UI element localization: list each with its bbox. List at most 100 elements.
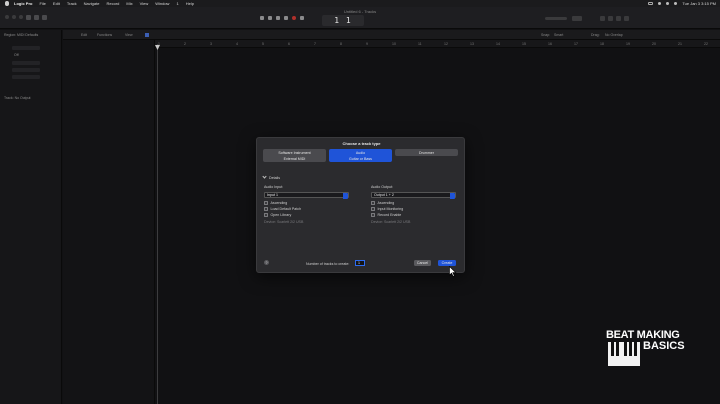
inspector-track-label[interactable]: Track: No Output: [4, 96, 31, 100]
wifi-icon[interactable]: [658, 2, 662, 5]
toolbar-icon[interactable]: [42, 15, 47, 20]
output-ascending-label: Ascending: [377, 201, 395, 205]
up-down-arrows-icon: [450, 193, 455, 199]
loop-browser-icon[interactable]: [616, 16, 621, 21]
inspector-field[interactable]: [12, 68, 40, 72]
ruler-bar-number: 19: [626, 42, 630, 46]
record-icon[interactable]: [292, 16, 296, 20]
control-center-icon[interactable]: [674, 2, 678, 5]
zoom-window-icon[interactable]: [19, 15, 23, 19]
tracks-functions-menu[interactable]: Functions: [97, 33, 112, 37]
rewind-icon[interactable]: [260, 16, 264, 20]
audio-input-label: Audio Input:: [264, 185, 284, 189]
checkbox-icon: [264, 213, 268, 217]
pointer-tool-icon[interactable]: [145, 33, 149, 37]
document-title: Untitled 6 - Tracks: [343, 9, 377, 14]
load-default-patch-checkbox[interactable]: Load Default Patch: [264, 207, 301, 211]
inspector-icon[interactable]: [34, 15, 39, 20]
audio-input-select[interactable]: Input 1: [264, 192, 349, 199]
cpu-meter[interactable]: [572, 16, 582, 21]
number-of-tracks-input[interactable]: 1: [355, 260, 365, 266]
search-icon[interactable]: [666, 2, 670, 5]
tracks-edit-menu[interactable]: Edit: [81, 33, 87, 37]
timeline-ruler[interactable]: 1234567891011121314151617181920212223: [155, 40, 720, 48]
play-icon[interactable]: [284, 16, 288, 20]
audio-output-select[interactable]: Output 1 + 2: [371, 192, 456, 199]
cancel-button[interactable]: Cancel: [414, 260, 431, 266]
menu-help[interactable]: Help: [186, 1, 194, 6]
ruler-bar-number: 6: [288, 42, 290, 46]
open-library-checkbox[interactable]: Open Library: [264, 213, 291, 217]
details-disclosure[interactable]: Details: [262, 174, 280, 180]
menu-window[interactable]: Window: [155, 1, 169, 6]
menu-record[interactable]: Record: [106, 1, 119, 6]
ruler-bar-number: 18: [600, 42, 604, 46]
input-ascending-checkbox[interactable]: Ascending: [264, 201, 287, 205]
input-device-note: Device: Scarlett 2i2 USB: [264, 220, 304, 224]
menu-navigate[interactable]: Navigate: [84, 1, 100, 6]
tracks-menubar: Edit Functions View Snap: Smart Drag: No…: [63, 30, 720, 40]
input-monitoring-checkbox[interactable]: Input Monitoring: [371, 207, 403, 211]
ruler-bar-number: 21: [678, 42, 682, 46]
external-midi-label[interactable]: External MIDI: [284, 156, 306, 162]
software-instrument-button[interactable]: Software Instrument External MIDI: [263, 149, 326, 162]
battery-icon[interactable]: [648, 2, 654, 5]
ruler-bar-number: 15: [522, 42, 526, 46]
menu-file[interactable]: File: [39, 1, 45, 6]
checkbox-icon: [371, 207, 375, 211]
close-window-icon[interactable]: [5, 15, 9, 19]
up-down-arrows-icon: [343, 193, 348, 199]
inspector-region-label[interactable]: Region: MIDI Defaults: [4, 33, 38, 37]
list-editors-icon[interactable]: [600, 16, 605, 21]
help-button[interactable]: ?: [264, 260, 269, 265]
dialog-title: Choose a track type: [342, 141, 381, 146]
library-icon[interactable]: [26, 15, 31, 20]
tracks-view-menu[interactable]: View: [125, 33, 133, 37]
menu-view[interactable]: View: [140, 1, 149, 6]
menu-mix[interactable]: Mix: [126, 1, 132, 6]
load-default-patch-label: Load Default Patch: [270, 207, 302, 211]
drummer-button[interactable]: Drummer: [395, 149, 458, 156]
menu-track[interactable]: Track: [67, 1, 77, 6]
menu-clock[interactable]: Tue Jan 3 3:15 PM: [682, 1, 716, 6]
cycle-icon[interactable]: [300, 16, 304, 20]
audio-output-label: Audio Output:: [371, 185, 393, 189]
record-enable-checkbox[interactable]: Record Enable: [371, 213, 401, 217]
apple-icon[interactable]: [5, 1, 9, 6]
master-volume-slider[interactable]: [545, 17, 567, 20]
browser-icon[interactable]: [624, 16, 629, 21]
inspector-panel: Region: MIDI Defaults Off Track: No Outp…: [0, 30, 62, 404]
notepad-icon[interactable]: [608, 16, 613, 21]
output-device-note: Device: Scarlett 2i2 USB: [371, 220, 411, 224]
playhead[interactable]: [157, 44, 158, 404]
inspector-field[interactable]: [12, 61, 40, 65]
mouse-pointer-icon: [449, 266, 457, 277]
input-monitoring-label: Input Monitoring: [377, 207, 404, 211]
transport-controls: [260, 16, 304, 20]
inspector-field[interactable]: [12, 46, 40, 50]
drag-value[interactable]: No Overlap: [605, 33, 623, 37]
ruler-bar-number: 10: [392, 42, 396, 46]
beat-making-basics-logo: BEAT MAKING BASICS: [606, 329, 688, 367]
snap-value[interactable]: Smart: [554, 33, 563, 37]
forward-icon[interactable]: [268, 16, 272, 20]
output-ascending-checkbox[interactable]: Ascending: [371, 201, 394, 205]
menu-1[interactable]: 1: [176, 1, 178, 6]
inspector-quantize-value[interactable]: Off: [14, 53, 19, 57]
chevron-down-icon: [262, 174, 267, 179]
menu-edit[interactable]: Edit: [53, 1, 60, 6]
go-to-start-icon[interactable]: [276, 16, 280, 20]
logic-pro-screen: Logic Pro File Edit Track Navigate Recor…: [0, 0, 720, 404]
guitar-or-bass-label[interactable]: Guitar or Bass: [349, 156, 372, 162]
lcd-display[interactable]: 1 1: [322, 15, 364, 26]
window-controls: [5, 15, 23, 19]
audio-button[interactable]: Audio Guitar or Bass: [329, 149, 392, 162]
minimize-window-icon[interactable]: [12, 15, 16, 19]
ruler-bar-number: 13: [470, 42, 474, 46]
menu-app-name[interactable]: Logic Pro: [14, 1, 32, 6]
ruler-bar-number: 2: [184, 42, 186, 46]
audio-output-value: Output 1 + 2: [374, 193, 394, 197]
inspector-field[interactable]: [12, 75, 40, 79]
ruler-bar-number: 8: [340, 42, 342, 46]
track-headers-area[interactable]: [63, 40, 155, 404]
